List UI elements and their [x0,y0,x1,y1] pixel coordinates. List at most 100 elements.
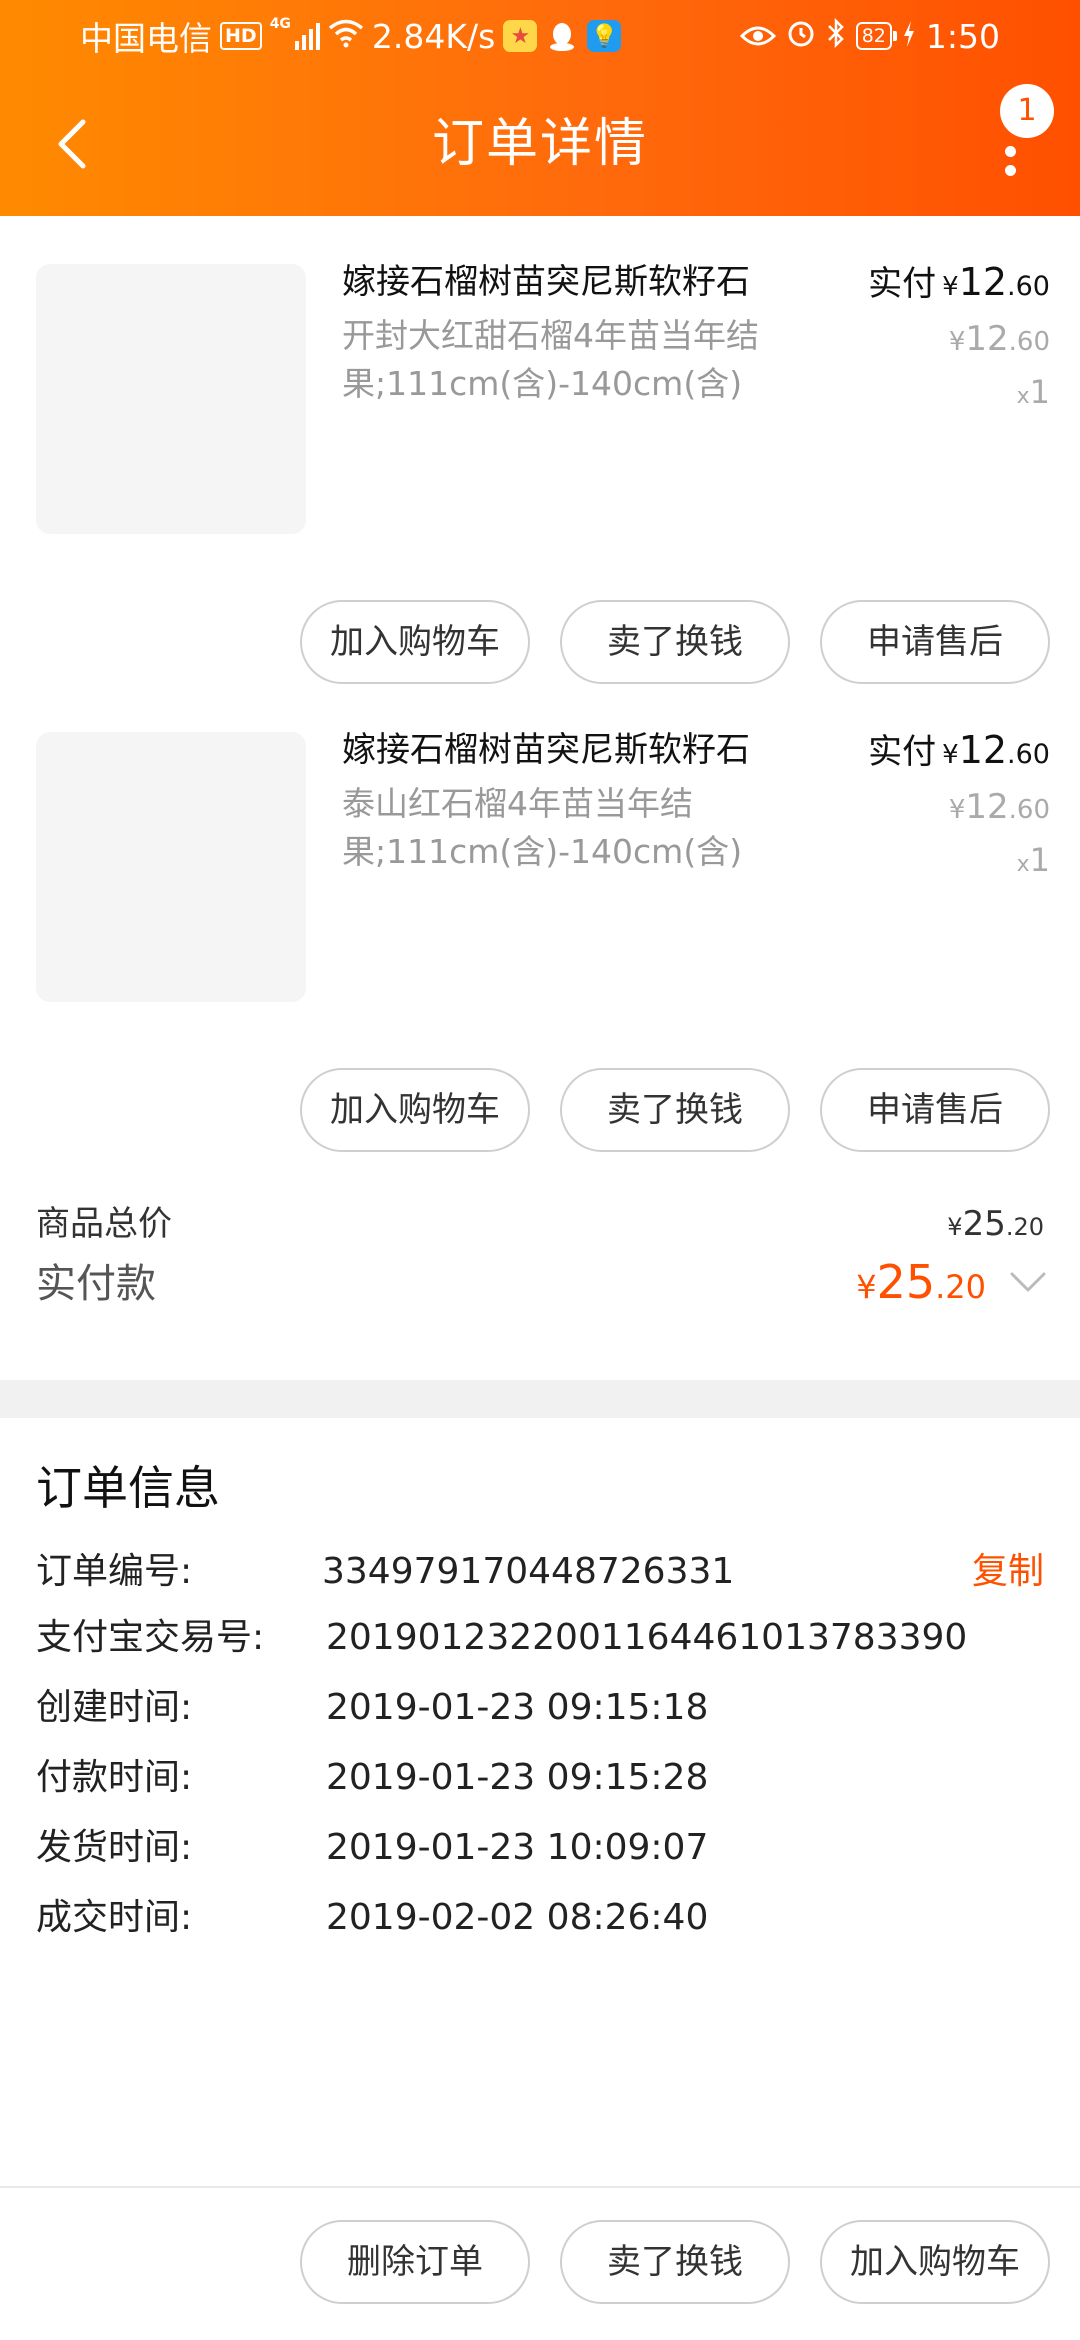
more-dot [1004,165,1016,176]
resell-button[interactable]: 卖了换钱 [560,1068,790,1152]
item-actions: 加入购物车 卖了换钱 申请售后 [300,1068,1050,1152]
qq-icon [545,20,579,52]
order-number-value: 334979170448726331 [322,1551,735,1592]
completed-time-value: 2019-02-02 08:26:40 [326,1897,709,1938]
subtotal-value: ¥25.20 [947,1200,1044,1251]
paid-label: 实付 [868,264,937,304]
currency-symbol: ¥ [948,327,966,357]
info-label: 发货时间: [36,1827,193,1868]
original-price: ¥12.60 [868,783,1050,834]
paid-decimal: .60 [1007,271,1050,302]
alarm-icon [786,17,816,56]
network-speed: 2.84K/s [371,16,496,56]
status-bar-left: 中国电信 HD 4G 2.84K/s ★ 💡 [80,14,622,58]
order-number-row: 订单编号: 334979170448726331 复制 [0,1540,1080,1604]
alipay-trade-value: 2019012322001164461013783390 [326,1617,968,1658]
charging-icon [902,17,916,56]
product-title[interactable]: 嫁接石榴树苗突尼斯软籽石 [342,726,822,774]
quantity-value: 1 [1029,841,1050,879]
price-column: 实付 ¥12.60 ¥12.60 x1 [868,726,1050,887]
hd-icon: HD [220,22,262,50]
original-integer: 12 [965,319,1009,359]
product-title[interactable]: 嫁接石榴树苗突尼斯软籽石 [342,258,822,306]
bulb-app-icon: 💡 [587,20,622,52]
amount-paid-value: ¥25.20 [856,1252,986,1317]
signal-icon [294,22,320,50]
delete-order-button[interactable]: 删除订单 [300,2220,530,2304]
order-info-title: 订单信息 [36,1461,220,1515]
amount-paid-integer: 25 [876,1255,936,1309]
info-label: 创建时间: [36,1687,193,1728]
eye-icon [739,17,776,56]
after-sales-button[interactable]: 申请售后 [820,600,1050,684]
resell-button[interactable]: 卖了换钱 [560,2220,790,2304]
status-bar: 中国电信 HD 4G 2.84K/s ★ 💡 82 1:50 [0,0,1080,72]
paid-decimal: .60 [1007,739,1050,770]
chevron-down-icon[interactable] [1006,1260,1050,1304]
footer-actions: 删除订单 卖了换钱 加入购物车 [300,2220,1050,2304]
paid-integer: 12 [958,728,1008,772]
quantity: x1 [868,838,1050,887]
amount-paid-label: 实付款 [36,1261,156,1307]
product-spec: 开封大红甜石榴4年苗当年结果;111cm(含)-140cm(含) [342,316,759,403]
add-to-cart-button[interactable]: 加入购物车 [820,2220,1050,2304]
quantity-prefix: x [1016,852,1030,877]
add-to-cart-button[interactable]: 加入购物车 [300,1068,530,1152]
resell-button[interactable]: 卖了换钱 [560,600,790,684]
paid-label: 实付 [868,732,937,772]
shipped-time-value: 2019-01-23 10:09:07 [326,1827,709,1868]
app-header: 中国电信 HD 4G 2.84K/s ★ 💡 82 1:50 订单详情 1 [0,0,1080,216]
completed-time-row: 成交时间: 2019-02-02 08:26:40 [0,1886,1080,1950]
order-item[interactable]: 嫁接石榴树苗突尼斯软籽石 泰山红石榴4年苗当年结果;111cm(含)-140cm… [0,684,1080,1152]
alipay-trade-row: 支付宝交易号: 2019012322001164461013783390 [0,1606,1080,1670]
status-bar-right: 82 1:50 [739,14,1000,58]
info-label: 订单编号: [36,1551,193,1592]
quantity-value: 1 [1029,373,1050,411]
order-totals: 商品总价 ¥25.20 实付款 ¥25.20 [0,1168,1080,1380]
add-to-cart-button[interactable]: 加入购物车 [300,600,530,684]
created-time-row: 创建时间: 2019-01-23 09:15:18 [0,1676,1080,1740]
quantity-prefix: x [1016,384,1030,409]
network-type: 4G [269,16,291,32]
currency-symbol: ¥ [947,1213,963,1241]
bottom-action-bar: 删除订单 卖了换钱 加入购物车 [0,2186,1080,2340]
paid-price: 实付 ¥12.60 [868,726,1050,779]
wifi-icon [328,17,364,56]
paid-integer: 12 [958,260,1008,304]
original-decimal: .60 [1008,327,1050,357]
battery-icon: 82 [855,22,898,50]
copy-button[interactable]: 复制 [972,1540,1044,1604]
info-label: 成交时间: [36,1897,193,1938]
original-price: ¥12.60 [868,315,1050,366]
product-image[interactable] [36,732,306,1002]
product-image[interactable] [36,264,306,534]
paid-time-value: 2019-01-23 09:15:28 [326,1757,709,1798]
after-sales-button[interactable]: 申请售后 [820,1068,1050,1152]
shipped-time-row: 发货时间: 2019-01-23 10:09:07 [0,1816,1080,1880]
original-decimal: .60 [1008,795,1050,825]
subtotal-label: 商品总价 [36,1204,172,1244]
paid-time-row: 付款时间: 2019-01-23 09:15:28 [0,1746,1080,1810]
more-dot [1004,146,1016,157]
subtotal-decimal: .20 [1005,1213,1044,1241]
currency-symbol: ¥ [948,795,966,825]
original-integer: 12 [965,787,1009,827]
subtotal-integer: 25 [962,1204,1006,1244]
page-title: 订单详情 [431,114,648,174]
carrier-name: 中国电信 [80,19,212,58]
item-actions: 加入购物车 卖了换钱 申请售后 [300,600,1050,684]
currency-symbol: ¥ [856,1268,877,1306]
order-item[interactable]: 嫁接石榴树苗突尼斯软籽石 开封大红甜石榴4年苗当年结果;111cm(含)-140… [0,216,1080,684]
section-divider [0,1380,1080,1418]
price-column: 实付 ¥12.60 ¥12.60 x1 [868,258,1050,419]
currency-symbol: ¥ [942,272,959,302]
quantity: x1 [868,370,1050,419]
product-spec: 泰山红石榴4年苗当年结果;111cm(含)-140cm(含) [342,784,743,871]
notification-badge: 1 [1000,84,1054,138]
clock-time: 1:50 [925,16,1000,56]
paid-price: 实付 ¥12.60 [868,258,1050,311]
nav-bar: 订单详情 1 [0,72,1080,216]
info-label: 支付宝交易号: [36,1617,265,1658]
game-app-icon: ★ [503,20,538,52]
bluetooth-icon [826,17,846,56]
